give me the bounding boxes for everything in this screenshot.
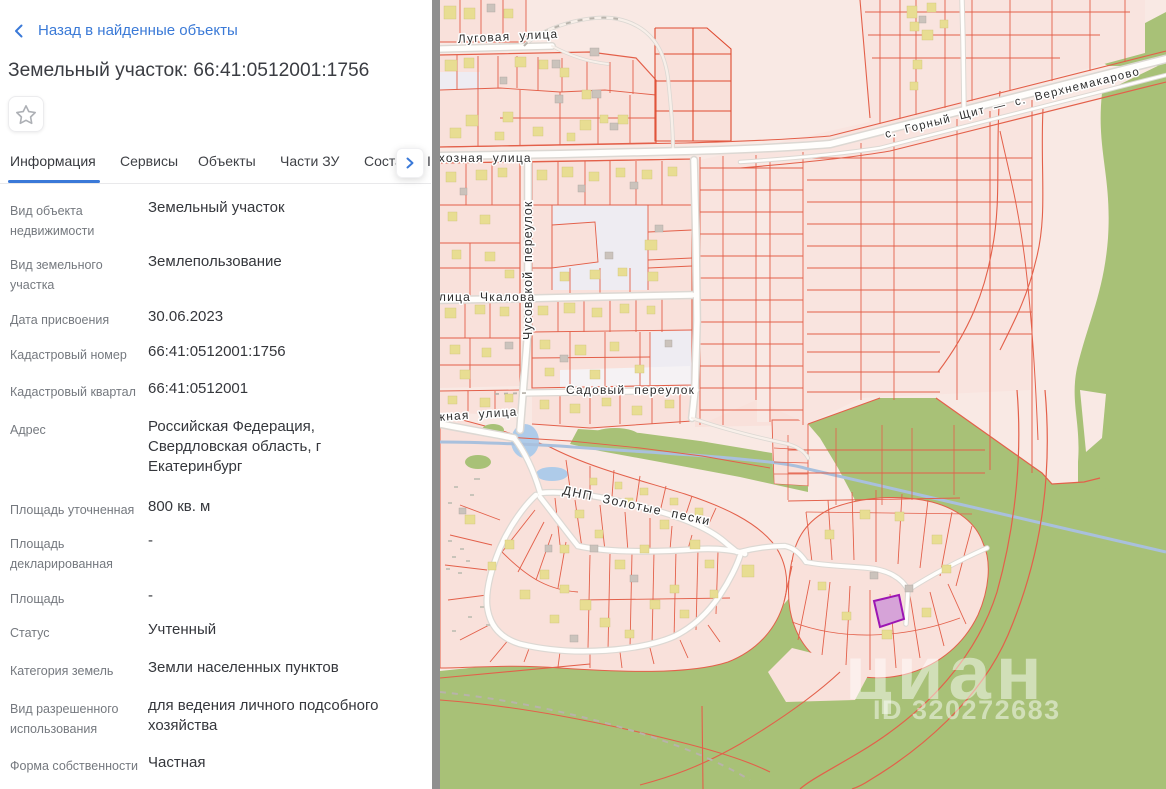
svg-text:ID 320272683: ID 320272683 bbox=[873, 695, 1061, 725]
svg-text:олхозная улица: олхозная улица bbox=[440, 151, 532, 165]
svg-text:Садовый переулок: Садовый переулок bbox=[566, 383, 695, 397]
svg-text:улица Чкалова: улица Чкалова bbox=[440, 290, 535, 304]
svg-text:Чусовской переулок: Чусовской переулок bbox=[521, 201, 535, 340]
